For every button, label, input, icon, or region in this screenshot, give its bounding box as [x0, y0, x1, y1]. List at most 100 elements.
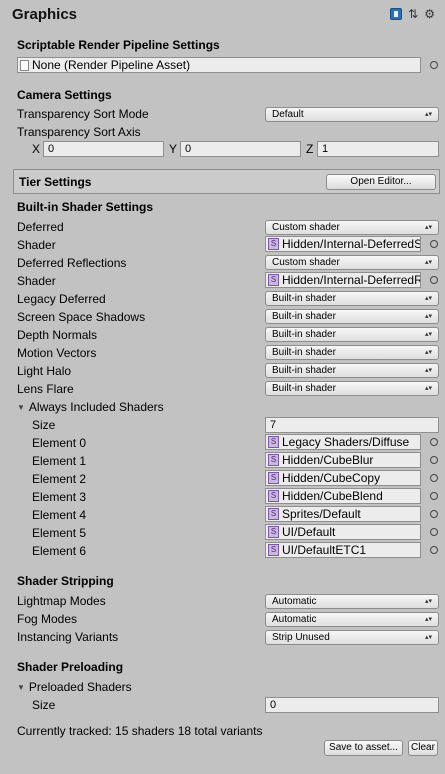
save-to-asset-button[interactable]: Save to asset...	[324, 740, 403, 756]
element-field[interactable]: S Sprites/Default	[265, 506, 421, 522]
x-label: X	[32, 142, 41, 156]
builtin-row-label: Shader	[17, 274, 56, 288]
element-field[interactable]: S Hidden/CubeBlur	[265, 452, 421, 468]
preloaded-shaders-label: Preloaded Shaders	[28, 680, 132, 694]
sort-mode-dropdown[interactable]: Default ▴▾	[265, 107, 439, 122]
instancing-variants-dropdown[interactable]: Strip Unused ▴▾	[265, 630, 439, 645]
srp-asset-value: None (Render Pipeline Asset)	[32, 57, 191, 72]
shader-value: Hidden/Internal-DeferredS	[282, 236, 421, 251]
lens-flare-dropdown[interactable]: Built-in shader ▴▾	[265, 381, 439, 396]
shader-icon: S	[268, 472, 279, 484]
lightmap-modes-dropdown[interactable]: Automatic ▴▾	[265, 594, 439, 609]
shader-icon: S	[268, 238, 279, 250]
element-label: Element 6	[32, 544, 87, 558]
sliders-icon[interactable]: ⇅	[408, 8, 418, 20]
light-halo-dropdown[interactable]: Built-in shader ▴▾	[265, 363, 439, 378]
dropdown-arrows-icon: ▴▾	[424, 313, 432, 320]
dropdown-arrows-icon: ▴▾	[424, 367, 432, 374]
dropdown-value: Custom shader	[272, 222, 340, 233]
object-picker-icon[interactable]	[430, 240, 438, 248]
window-title: Graphics	[12, 6, 78, 23]
element-field[interactable]: S Hidden/CubeBlend	[265, 488, 421, 504]
shader-icon: S	[268, 544, 279, 556]
always-included-size-field[interactable]: 7	[265, 417, 439, 433]
motion-vectors-dropdown[interactable]: Built-in shader ▴▾	[265, 345, 439, 360]
x-field[interactable]: 0	[43, 141, 164, 157]
asset-icon	[20, 59, 29, 71]
object-picker-icon[interactable]	[430, 528, 438, 536]
book-icon[interactable]	[390, 8, 403, 20]
element-value: Hidden/CubeCopy	[282, 470, 381, 485]
element-label: Element 2	[32, 472, 87, 486]
element-label: Element 4	[32, 508, 87, 522]
dropdown-arrows-icon: ▴▾	[424, 259, 432, 266]
element-field[interactable]: S Hidden/CubeCopy	[265, 470, 421, 486]
dropdown-arrows-icon: ▴▾	[424, 634, 432, 641]
builtin-row-label: Deferred	[17, 220, 64, 234]
gear-icon[interactable]: ⚙	[424, 8, 435, 20]
builtin-row-label: Screen Space Shadows	[17, 310, 146, 324]
element-value: Hidden/CubeBlend	[282, 488, 383, 503]
size-label: Size	[32, 418, 56, 432]
object-picker-icon[interactable]	[430, 492, 438, 500]
element-value: UI/Default	[282, 524, 336, 539]
dropdown-value: Built-in shader	[272, 365, 336, 376]
dropdown-value: Built-in shader	[272, 311, 336, 322]
sort-mode-label: Transparency Sort Mode	[17, 107, 149, 121]
object-picker-icon[interactable]	[430, 546, 438, 554]
foldout-arrow-icon: ▼	[17, 682, 25, 692]
dropdown-value: Custom shader	[272, 257, 340, 268]
depth-normals-dropdown[interactable]: Built-in shader ▴▾	[265, 327, 439, 342]
shader-icon: S	[268, 454, 279, 466]
dropdown-value: Strip Unused	[272, 632, 330, 643]
y-field[interactable]: 0	[180, 141, 301, 157]
open-editor-button[interactable]: Open Editor...	[326, 174, 436, 190]
builtin-section-title: Built-in Shader Settings	[17, 200, 154, 214]
shader-value: Hidden/Internal-DeferredR	[282, 272, 421, 287]
dropdown-value: Built-in shader	[272, 293, 336, 304]
preloaded-size-field[interactable]: 0	[265, 697, 439, 713]
object-picker-icon[interactable]	[430, 61, 438, 69]
element-value: UI/DefaultETC1	[282, 542, 367, 557]
element-value: Hidden/CubeBlur	[282, 452, 374, 467]
dropdown-value: Automatic	[272, 614, 317, 625]
object-picker-icon[interactable]	[430, 456, 438, 464]
srp-section-title: Scriptable Render Pipeline Settings	[17, 38, 220, 52]
dropdown-value: Built-in shader	[272, 383, 336, 394]
object-picker-icon[interactable]	[430, 276, 438, 284]
legacy-deferred-dropdown[interactable]: Built-in shader ▴▾	[265, 291, 439, 306]
tracked-status-text: Currently tracked: 15 shaders 18 total v…	[17, 724, 263, 738]
object-picker-icon[interactable]	[430, 510, 438, 518]
element-field[interactable]: S Legacy Shaders/Diffuse	[265, 434, 421, 450]
stripping-row-label: Instancing Variants	[17, 630, 119, 644]
element-field[interactable]: S UI/Default	[265, 524, 421, 540]
object-picker-icon[interactable]	[430, 474, 438, 482]
always-included-foldout[interactable]: ▼ Always Included Shaders	[17, 400, 164, 414]
dropdown-arrows-icon: ▴▾	[424, 385, 432, 392]
z-field[interactable]: 1	[317, 141, 439, 157]
builtin-row-label: Depth Normals	[17, 328, 98, 342]
deferred-reflections-dropdown[interactable]: Custom shader ▴▾	[265, 255, 439, 270]
deferred-dropdown[interactable]: Custom shader ▴▾	[265, 220, 439, 235]
reflections-shader-field[interactable]: S Hidden/Internal-DeferredR	[265, 272, 421, 288]
element-value: Legacy Shaders/Diffuse	[282, 434, 410, 449]
shader-icon: S	[268, 490, 279, 502]
preloading-section-title: Shader Preloading	[17, 660, 124, 674]
deferred-shader-field[interactable]: S Hidden/Internal-DeferredS	[265, 236, 421, 252]
builtin-row-label: Lens Flare	[17, 382, 74, 396]
fog-modes-dropdown[interactable]: Automatic ▴▾	[265, 612, 439, 627]
element-field[interactable]: S UI/DefaultETC1	[265, 542, 421, 558]
dropdown-arrows-icon: ▴▾	[424, 295, 432, 302]
dropdown-arrows-icon: ▴▾	[424, 598, 432, 605]
dropdown-value: Built-in shader	[272, 347, 336, 358]
tier-settings-label: Tier Settings	[19, 175, 92, 189]
builtin-row-label: Deferred Reflections	[17, 256, 127, 270]
dropdown-arrows-icon: ▴▾	[424, 111, 432, 118]
screen-space-shadows-dropdown[interactable]: Built-in shader ▴▾	[265, 309, 439, 324]
preloaded-shaders-foldout[interactable]: ▼ Preloaded Shaders	[17, 680, 132, 694]
srp-asset-field[interactable]: None (Render Pipeline Asset)	[17, 57, 421, 73]
clear-button[interactable]: Clear	[408, 740, 438, 756]
object-picker-icon[interactable]	[430, 438, 438, 446]
header-icons: ⇅ ⚙	[390, 8, 435, 20]
shader-icon: S	[268, 526, 279, 538]
